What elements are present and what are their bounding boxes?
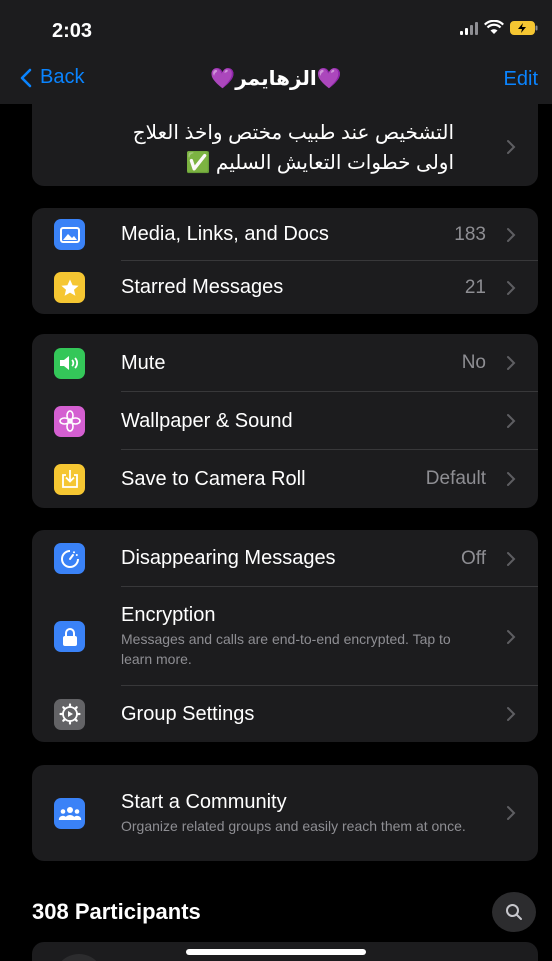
mute-value: No — [461, 352, 486, 373]
home-indicator[interactable] — [186, 949, 366, 955]
start-community-row[interactable]: Start a Community Organize related group… — [32, 765, 538, 861]
chat-settings-card: Mute No Wallpaper & Sound Save to Camera… — [32, 334, 538, 508]
chevron-right-icon — [507, 551, 516, 566]
chevron-right-icon — [507, 806, 516, 820]
disappearing-messages-row[interactable]: Disappearing Messages Off — [32, 530, 538, 587]
group-settings-row[interactable]: Group Settings — [32, 686, 538, 742]
status-bar: 2:03 — [0, 0, 552, 56]
group-description: التشخيص عند طبيب مختص واخذ العلاج اولى خ… — [32, 118, 454, 178]
community-label: Start a Community — [121, 790, 287, 813]
camera-roll-label: Save to Camera Roll — [121, 467, 306, 490]
wifi-icon — [484, 20, 504, 34]
starred-messages-row[interactable]: Starred Messages 21 — [32, 261, 538, 314]
gear-icon — [54, 698, 85, 730]
photo-icon — [54, 219, 85, 250]
chevron-right-icon — [507, 707, 516, 721]
nav-bar: Back 💜الزهايمر💜 Edit — [0, 56, 552, 104]
avatar[interactable] — [54, 954, 104, 961]
mute-row[interactable]: Mute No — [32, 334, 538, 392]
chevron-right-icon — [507, 140, 516, 154]
chevron-right-icon — [507, 414, 516, 428]
wallpaper-sound-row[interactable]: Wallpaper & Sound — [32, 392, 538, 450]
disappearing-label: Disappearing Messages — [121, 547, 336, 569]
status-time: 2:03 — [52, 20, 93, 42]
chevron-right-icon — [507, 280, 516, 295]
timer-icon — [54, 543, 85, 574]
community-icon — [54, 797, 85, 829]
starred-count: 21 — [464, 276, 486, 298]
description-line-2: اولى خطوات التعايش السليم ✅ — [185, 152, 454, 174]
media-card: Media, Links, and Docs 183 Starred Messa… — [32, 208, 538, 314]
mute-label: Mute — [121, 351, 166, 374]
encryption-description: Messages and calls are end-to-end encryp… — [121, 631, 451, 667]
lock-icon — [54, 621, 85, 652]
speaker-icon — [54, 347, 85, 379]
edit-button[interactable]: Edit — [504, 68, 538, 91]
participants-count: 308 Participants — [32, 899, 201, 924]
cellular-signal-icon — [460, 21, 478, 35]
disappearing-value: Off — [461, 547, 486, 569]
battery-charging-icon — [510, 20, 538, 35]
flower-icon — [54, 405, 85, 437]
privacy-card: Disappearing Messages Off Encryption Mes… — [32, 530, 538, 742]
group-settings-label: Group Settings — [121, 702, 255, 725]
chevron-right-icon — [507, 472, 516, 486]
camera-roll-value: Default — [425, 468, 486, 489]
chevron-right-icon — [507, 629, 516, 644]
community-description: Organize related groups and easily reach… — [121, 817, 466, 834]
media-links-docs-row[interactable]: Media, Links, and Docs 183 — [32, 208, 538, 261]
group-description-card[interactable]: التشخيص عند طبيب مختص واخذ العلاج اولى خ… — [32, 104, 538, 186]
star-icon — [54, 272, 85, 303]
wallpaper-label: Wallpaper & Sound — [121, 409, 293, 432]
chevron-right-icon — [507, 356, 516, 370]
community-card: Start a Community Organize related group… — [32, 765, 538, 861]
save-camera-roll-row[interactable]: Save to Camera Roll Default — [32, 450, 538, 508]
status-icons — [460, 20, 538, 35]
search-participants-button[interactable] — [492, 892, 536, 932]
description-line-1: التشخيص عند طبيب مختص واخذ العلاج — [132, 122, 454, 144]
encryption-row[interactable]: Encryption Messages and calls are end-to… — [32, 587, 538, 686]
group-title: 💜الزهايمر💜 — [210, 68, 342, 90]
starred-label: Starred Messages — [121, 276, 284, 298]
encryption-label: Encryption — [121, 604, 216, 626]
download-icon — [54, 463, 85, 495]
media-count: 183 — [454, 223, 486, 245]
media-label: Media, Links, and Docs — [121, 223, 329, 245]
search-icon — [506, 904, 522, 920]
chevron-right-icon — [507, 227, 516, 242]
